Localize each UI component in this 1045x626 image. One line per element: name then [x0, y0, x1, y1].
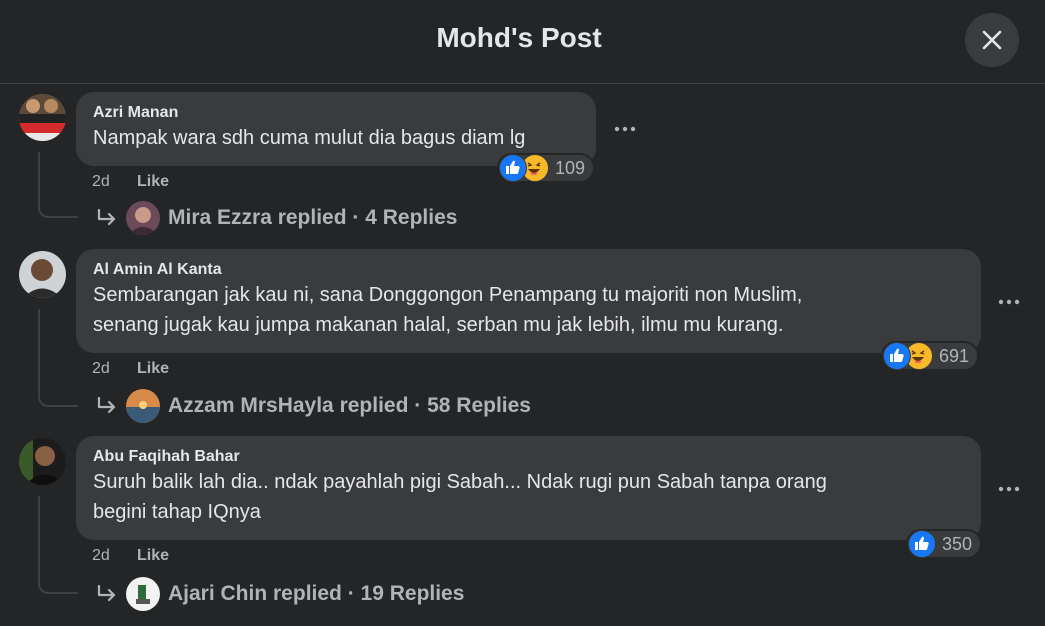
comment: Al Amin Al Kanta Sembarangan jak kau ni,… [0, 249, 1045, 439]
reaction-count: 109 [555, 157, 586, 178]
thread-line [38, 309, 78, 407]
view-replies-link[interactable]: Azzam MrsHayla replied · 58 Replies [96, 389, 531, 423]
thread-line [38, 496, 78, 594]
avatar[interactable] [19, 251, 66, 298]
reaction-count: 691 [939, 345, 970, 366]
reaction-summary[interactable]: 109 [497, 153, 596, 183]
reply-summary: Mira Ezzra replied · 4 Replies [168, 206, 458, 229]
like-button[interactable]: Like [137, 173, 169, 190]
replier-avatar [126, 389, 160, 423]
like-icon [908, 530, 936, 558]
reply-arrow-icon [97, 397, 116, 414]
avatar[interactable] [19, 94, 66, 141]
comment-time[interactable]: 2d [92, 360, 137, 378]
like-icon [499, 154, 527, 182]
replier-avatar [126, 201, 160, 235]
comment-time[interactable]: 2d [92, 173, 137, 191]
comment-bubble: Abu Faqihah Bahar Suruh balik lah dia.. … [76, 436, 981, 540]
avatar[interactable] [19, 438, 66, 485]
comment-meta: 2d Like [92, 547, 169, 565]
thread-line [38, 152, 78, 218]
post-title: Mohd's Post [436, 22, 602, 53]
comment-text: Nampak wara sdh cuma mulut dia bagus dia… [93, 127, 526, 149]
comment: Abu Faqihah Bahar Suruh balik lah dia.. … [0, 436, 1045, 626]
comment-author[interactable]: Azri Manan [93, 103, 578, 123]
more-options-icon[interactable] [997, 298, 1021, 306]
reaction-count: 350 [942, 533, 973, 554]
reaction-summary[interactable]: 350 [906, 529, 983, 559]
comment-meta: 2d Like [92, 173, 169, 191]
view-replies-link[interactable]: Ajari Chin replied · 19 Replies [96, 577, 464, 611]
comment-author[interactable]: Al Amin Al Kanta [93, 260, 963, 280]
comment-text-line: Sembarangan jak kau ni, sana Donggongon … [93, 284, 803, 306]
replier-avatar [126, 577, 160, 611]
close-icon [982, 30, 1002, 50]
comment-text-line: Suruh balik lah dia.. ndak payahlah pigi… [93, 471, 827, 493]
comment-meta: 2d Like [92, 360, 169, 378]
more-options-icon[interactable] [613, 125, 637, 133]
more-options-icon[interactable] [997, 485, 1021, 493]
reply-summary: Ajari Chin replied · 19 Replies [168, 582, 465, 605]
reply-arrow-icon [97, 209, 116, 226]
reply-summary: Azzam MrsHayla replied · 58 Replies [168, 394, 531, 417]
comment-time[interactable]: 2d [92, 547, 137, 565]
like-button[interactable]: Like [137, 547, 169, 564]
comment-bubble: Al Amin Al Kanta Sembarangan jak kau ni,… [76, 249, 981, 353]
reaction-summary[interactable]: 691 [881, 341, 980, 371]
reply-arrow-icon [97, 585, 116, 602]
comment-author[interactable]: Abu Faqihah Bahar [93, 447, 963, 467]
view-replies-link[interactable]: Mira Ezzra replied · 4 Replies [96, 201, 457, 235]
comment-text-line: begini tahap IQnya [93, 501, 261, 523]
comment-text-line: senang jugak kau jumpa makanan halal, se… [93, 314, 784, 336]
post-header: Mohd's Post [0, 0, 1045, 84]
close-button[interactable] [965, 13, 1019, 67]
like-icon [883, 342, 911, 370]
like-button[interactable]: Like [137, 360, 169, 377]
